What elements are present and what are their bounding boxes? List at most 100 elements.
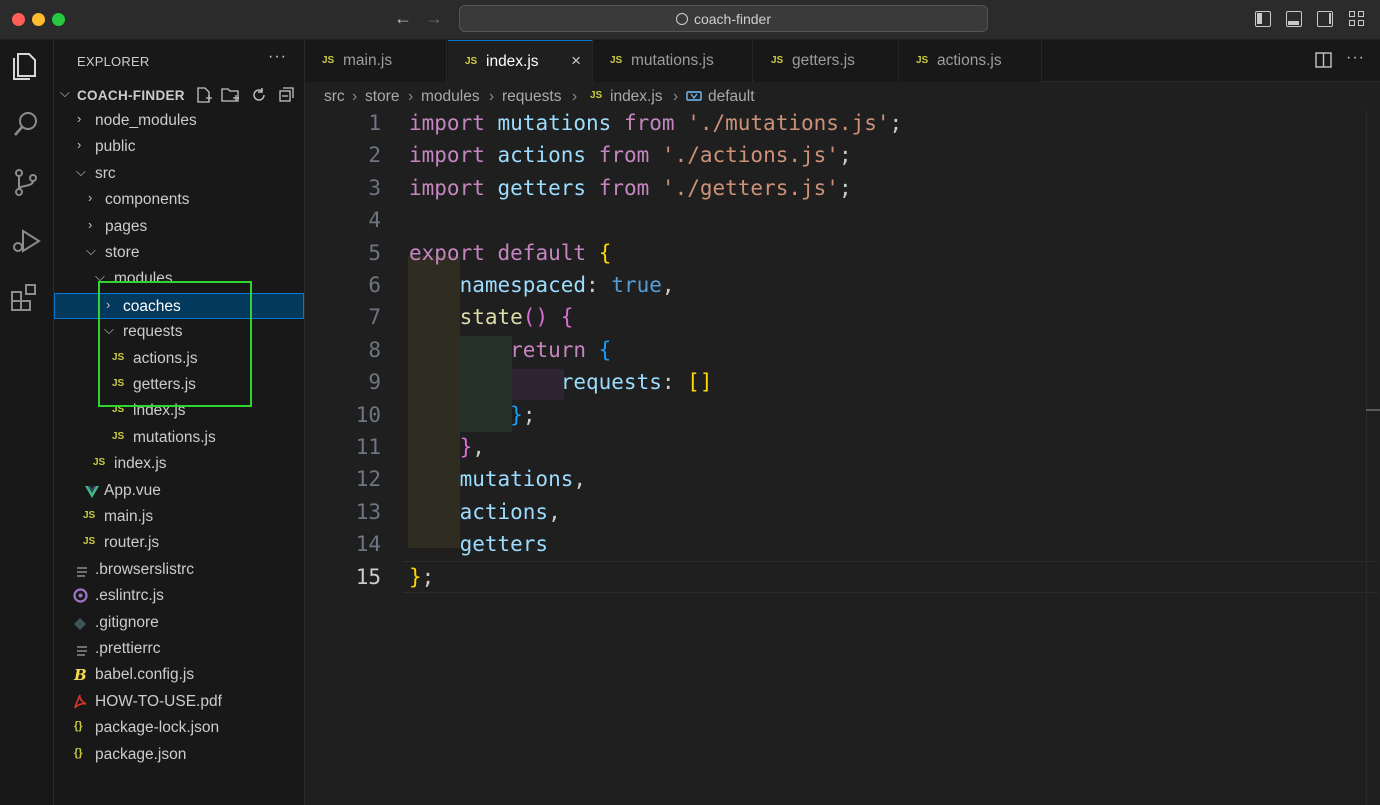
line-number: 1 bbox=[368, 111, 381, 135]
run-debug-icon[interactable] bbox=[9, 223, 43, 257]
tree-item-label: src bbox=[95, 165, 116, 182]
split-editor-icon[interactable] bbox=[1315, 52, 1333, 74]
chevron-right-icon: › bbox=[489, 88, 495, 105]
new-folder-icon[interactable] bbox=[221, 86, 241, 109]
explorer-sidebar: EXPLORER ··· ⌵ COACH-FINDER › node_modul… bbox=[54, 40, 305, 805]
editor-scrollbar[interactable] bbox=[1366, 110, 1380, 805]
tree-item-pages[interactable]: › pages bbox=[54, 214, 304, 240]
tree-item-node-modules[interactable]: › node_modules bbox=[54, 108, 304, 134]
code-line-2: 2 import actions from './actions.js'; bbox=[305, 139, 1365, 171]
line-number: 3 bbox=[368, 176, 381, 200]
forward-arrow-icon[interactable]: → bbox=[425, 8, 443, 29]
tree-item-components[interactable]: › components bbox=[54, 187, 304, 213]
code-editor[interactable]: 1 import mutations from './mutations.js'… bbox=[305, 110, 1380, 805]
toggle-primary-sidebar-icon[interactable] bbox=[1255, 11, 1271, 27]
tree-item-mutations-js[interactable]: JS mutations.js bbox=[54, 425, 304, 451]
back-arrow-icon[interactable]: ← bbox=[394, 8, 412, 29]
command-center-search[interactable]: coach-finder bbox=[459, 5, 988, 32]
code-line-1: 1 import mutations from './mutations.js'… bbox=[305, 107, 1365, 139]
workspace-root-label: COACH-FINDER bbox=[77, 88, 185, 103]
tree-item-store-index-js[interactable]: JS index.js bbox=[54, 451, 304, 477]
tree-item-label: mutations.js bbox=[133, 429, 216, 446]
line-code: actions, bbox=[459, 500, 561, 524]
workspace-root[interactable]: ⌵ COACH-FINDER bbox=[54, 82, 304, 108]
tab-main-js[interactable]: JS main.js bbox=[305, 40, 447, 82]
line-number: 14 bbox=[355, 532, 381, 556]
refresh-icon[interactable] bbox=[250, 86, 268, 109]
collapse-all-icon[interactable] bbox=[278, 86, 296, 109]
tree-item-router-js[interactable]: JS router.js bbox=[54, 530, 304, 556]
editor-more-actions-icon[interactable]: ··· bbox=[1346, 49, 1365, 67]
tree-item-babel-config[interactable]: B babel.config.js bbox=[54, 662, 304, 688]
lines-file-icon bbox=[76, 565, 88, 583]
tab-actions-js[interactable]: JS actions.js bbox=[899, 40, 1042, 82]
tree-item-label: main.js bbox=[104, 508, 154, 525]
new-file-icon[interactable] bbox=[195, 86, 213, 109]
tree-item-store[interactable]: ⌵ store bbox=[54, 240, 304, 266]
breadcrumb: src › store › modules › requests › JS in… bbox=[305, 82, 1380, 110]
tree-item-requests[interactable]: ⌵ requests bbox=[54, 319, 304, 345]
toggle-panel-icon[interactable] bbox=[1286, 11, 1302, 27]
tree-item-browserslistrc[interactable]: .browserslistrc bbox=[54, 557, 304, 583]
tree-item-eslintrc[interactable]: .eslintrc.js bbox=[54, 583, 304, 609]
babel-file-icon: B bbox=[74, 666, 87, 684]
customize-layout-icon[interactable] bbox=[1349, 11, 1365, 27]
js-file-icon: JS bbox=[465, 56, 478, 67]
tree-item-label: .browserslistrc bbox=[95, 561, 195, 578]
close-tab-icon[interactable]: × bbox=[571, 51, 581, 71]
chevron-right-icon: › bbox=[352, 88, 358, 105]
close-window-button[interactable] bbox=[12, 13, 25, 26]
source-control-icon[interactable] bbox=[9, 165, 43, 199]
tree-item-actions-js[interactable]: JS actions.js bbox=[54, 346, 304, 372]
code-line-14: 14 getters bbox=[305, 528, 1365, 560]
line-code: }; bbox=[510, 403, 536, 427]
breadcrumb-item[interactable]: requests bbox=[502, 88, 561, 106]
tree-item-gitignore[interactable]: .gitignore bbox=[54, 610, 304, 636]
toggle-secondary-sidebar-icon[interactable] bbox=[1317, 11, 1333, 27]
code-line-6: 6 namespaced: true, bbox=[305, 269, 1365, 301]
chevron-right-icon: › bbox=[673, 88, 679, 105]
eslint-file-icon bbox=[73, 588, 88, 608]
tree-item-package-lock-json[interactable]: {} package-lock.json bbox=[54, 715, 304, 741]
chevron-down-icon: ⌵ bbox=[104, 322, 114, 337]
breadcrumb-item[interactable]: index.js bbox=[610, 88, 663, 106]
breadcrumb-item[interactable]: default bbox=[708, 88, 755, 106]
tree-item-app-vue[interactable]: App.vue bbox=[54, 478, 304, 504]
tab-mutations-js[interactable]: JS mutations.js bbox=[593, 40, 753, 82]
line-code: mutations, bbox=[459, 467, 587, 491]
tab-index-js[interactable]: JS index.js × bbox=[448, 40, 593, 82]
extensions-icon[interactable] bbox=[9, 280, 43, 314]
tree-item-how-to-use-pdf[interactable]: HOW-TO-USE.pdf bbox=[54, 689, 304, 715]
tree-item-main-js[interactable]: JS main.js bbox=[54, 504, 304, 530]
breadcrumb-item[interactable]: modules bbox=[421, 88, 480, 106]
tree-item-src[interactable]: ⌵ src bbox=[54, 161, 304, 187]
tree-item-prettierrc[interactable]: .prettierrc bbox=[54, 636, 304, 662]
tree-item-getters-js[interactable]: JS getters.js bbox=[54, 372, 304, 398]
tab-label: getters.js bbox=[792, 52, 855, 69]
tree-item-package-json[interactable]: {} package.json bbox=[54, 742, 304, 768]
tree-item-label: public bbox=[95, 138, 136, 155]
tree-item-requests-index-js[interactable]: JS index.js bbox=[54, 398, 304, 424]
tree-item-public[interactable]: › public bbox=[54, 134, 304, 160]
tree-item-label: .gitignore bbox=[95, 614, 159, 631]
chevron-down-icon: ⌵ bbox=[86, 243, 96, 258]
js-file-icon: JS bbox=[83, 510, 96, 521]
tab-getters-js[interactable]: JS getters.js bbox=[754, 40, 899, 82]
line-number: 6 bbox=[368, 273, 381, 297]
chevron-right-icon: › bbox=[77, 137, 82, 152]
tree-item-modules[interactable]: ⌵ modules bbox=[54, 266, 304, 292]
breadcrumb-item[interactable]: src bbox=[324, 88, 345, 106]
tree-item-label: getters.js bbox=[133, 376, 196, 393]
minimize-window-button[interactable] bbox=[32, 13, 45, 26]
maximize-window-button[interactable] bbox=[52, 13, 65, 26]
more-actions-icon[interactable]: ··· bbox=[268, 48, 287, 66]
tree-item-coaches[interactable]: › coaches bbox=[54, 293, 304, 319]
breadcrumb-item[interactable]: store bbox=[365, 88, 399, 106]
line-code: state() { bbox=[459, 305, 574, 329]
search-icon[interactable] bbox=[9, 107, 43, 141]
line-code: import actions from './actions.js'; bbox=[409, 143, 852, 167]
explorer-files-icon[interactable] bbox=[9, 48, 43, 82]
chevron-right-icon: › bbox=[408, 88, 414, 105]
line-code: return { bbox=[510, 338, 612, 362]
line-number: 4 bbox=[368, 208, 381, 232]
